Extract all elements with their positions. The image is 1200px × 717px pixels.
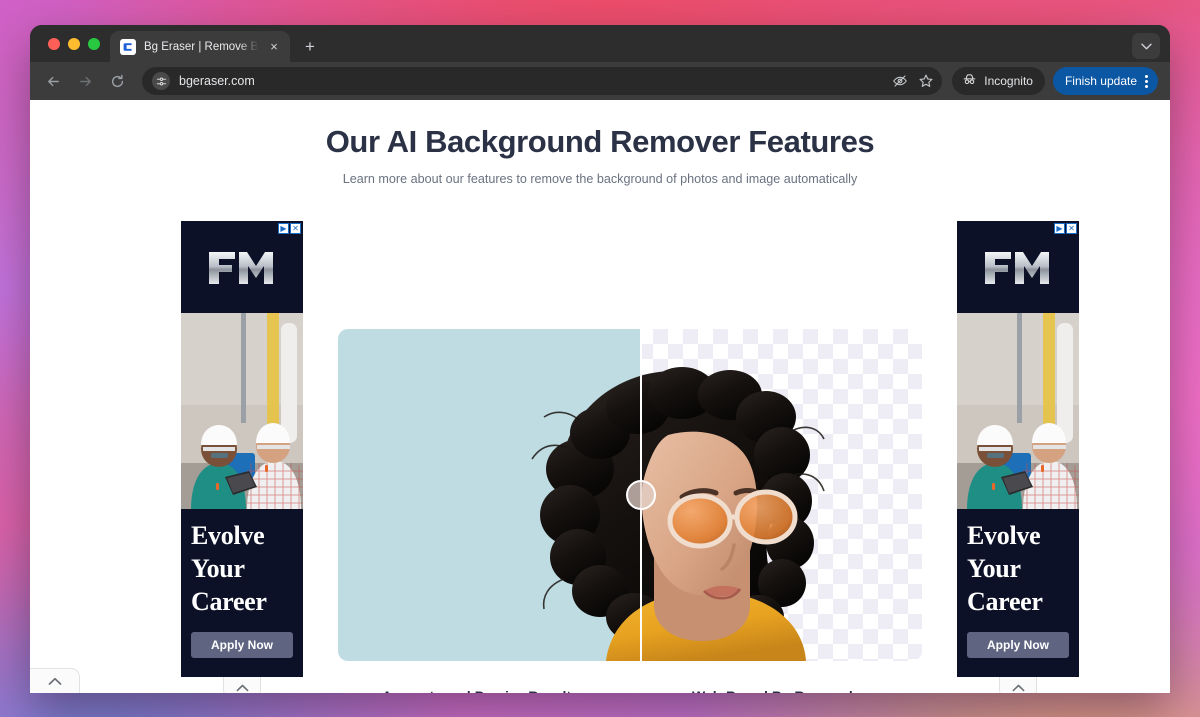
incognito-label: Incognito (984, 74, 1033, 88)
kebab-menu-icon[interactable] (1143, 74, 1150, 88)
before-image (338, 329, 640, 661)
reload-button[interactable] (102, 66, 132, 96)
browser-tab-title: Bg Eraser | Remove Backgrou (144, 40, 258, 53)
back-button[interactable] (38, 66, 68, 96)
ad-controls: ▶ ✕ (1054, 223, 1077, 234)
feature-card: Accurate and Precise Results Our advance… (338, 688, 612, 693)
bookmark-check-icon (338, 688, 364, 693)
adchoices-icon[interactable]: ▶ (278, 223, 289, 234)
tab-search-chevron-icon[interactable] (1132, 33, 1160, 59)
page-header: Our AI Background Remover Features Learn… (30, 100, 1170, 186)
close-tab-button[interactable]: × (266, 39, 282, 55)
bgeraser-favicon (120, 38, 136, 55)
url-text: bgeraser.com (179, 74, 255, 88)
ad-cta-button[interactable]: Apply Now (191, 632, 293, 658)
ad-close-icon[interactable]: ✕ (1066, 223, 1077, 234)
ad-headline-line: Career (967, 587, 1043, 616)
ad-logo (957, 221, 1079, 313)
address-bar[interactable]: bgeraser.com (142, 67, 943, 95)
ad-controls: ▶ ✕ (278, 223, 301, 234)
ad-collapse-button-right[interactable] (999, 677, 1037, 693)
feature-title: Web-Based Bg Removal (692, 688, 922, 693)
browser-tab-active[interactable]: Bg Eraser | Remove Backgrou × (110, 31, 290, 62)
close-window-button[interactable] (48, 37, 60, 50)
ad-photo (957, 313, 1079, 509)
magic-eraser-icon (648, 688, 674, 693)
feature-list: Accurate and Precise Results Our advance… (338, 688, 922, 693)
new-tab-button[interactable]: + (296, 32, 324, 60)
before-image-subject (531, 376, 640, 661)
before-after-comparison-image[interactable] (338, 329, 922, 661)
ad-headline-line: Your (967, 554, 1021, 583)
minimize-window-button[interactable] (68, 37, 80, 50)
incognito-icon (962, 72, 977, 90)
eye-slash-icon[interactable] (888, 69, 912, 93)
feature-title: Accurate and Precise Results (382, 688, 612, 693)
finish-update-button[interactable]: Finish update (1052, 67, 1158, 95)
tab-strip: Bg Eraser | Remove Backgrou × + (30, 25, 1170, 62)
browser-toolbar: bgeraser.com Incognito Finish update (30, 62, 1170, 100)
browser-window: Bg Eraser | Remove Backgrou × + (30, 25, 1170, 693)
ad-close-icon[interactable]: ✕ (290, 223, 301, 234)
feature-text: Accurate and Precise Results Our advance… (382, 688, 612, 693)
comparison-slider-handle[interactable] (626, 480, 656, 510)
tune-icon[interactable] (152, 72, 170, 90)
star-icon[interactable] (914, 69, 938, 93)
page-subtitle: Learn more about our features to remove … (342, 172, 858, 186)
finish-update-label: Finish update (1064, 74, 1137, 88)
ad-photo (181, 313, 303, 509)
adchoices-icon[interactable]: ▶ (1054, 223, 1065, 234)
forward-button[interactable] (70, 66, 100, 96)
ad-banner-right[interactable]: ▶ ✕ Evolve Your Career Apply Now (957, 221, 1079, 677)
ad-banner-left[interactable]: ▶ ✕ Evolve Your Career Apply Now (181, 221, 303, 677)
ad-logo (181, 221, 303, 313)
scroll-to-top-button[interactable] (30, 668, 80, 693)
maximize-window-button[interactable] (88, 37, 100, 50)
ad-cta-button[interactable]: Apply Now (967, 632, 1069, 658)
ad-headline-line: Your (191, 554, 245, 583)
window-traffic-lights (42, 25, 110, 62)
ad-headline-line: Evolve (191, 521, 265, 550)
page-viewport: Our AI Background Remover Features Learn… (30, 100, 1170, 693)
feature-text: Web-Based Bg Removal Bgeraser operates d… (692, 688, 922, 693)
feature-card: Web-Based Bg Removal Bgeraser operates d… (648, 688, 922, 693)
incognito-indicator[interactable]: Incognito (952, 67, 1045, 95)
page-title: Our AI Background Remover Features (325, 124, 875, 159)
ad-collapse-button-left[interactable] (223, 677, 261, 693)
ad-headline: Evolve Your Career (957, 509, 1079, 618)
omnibox-actions (888, 67, 938, 95)
ad-headline-line: Evolve (967, 521, 1041, 550)
ad-headline: Evolve Your Career (181, 509, 303, 618)
ad-headline-line: Career (191, 587, 267, 616)
